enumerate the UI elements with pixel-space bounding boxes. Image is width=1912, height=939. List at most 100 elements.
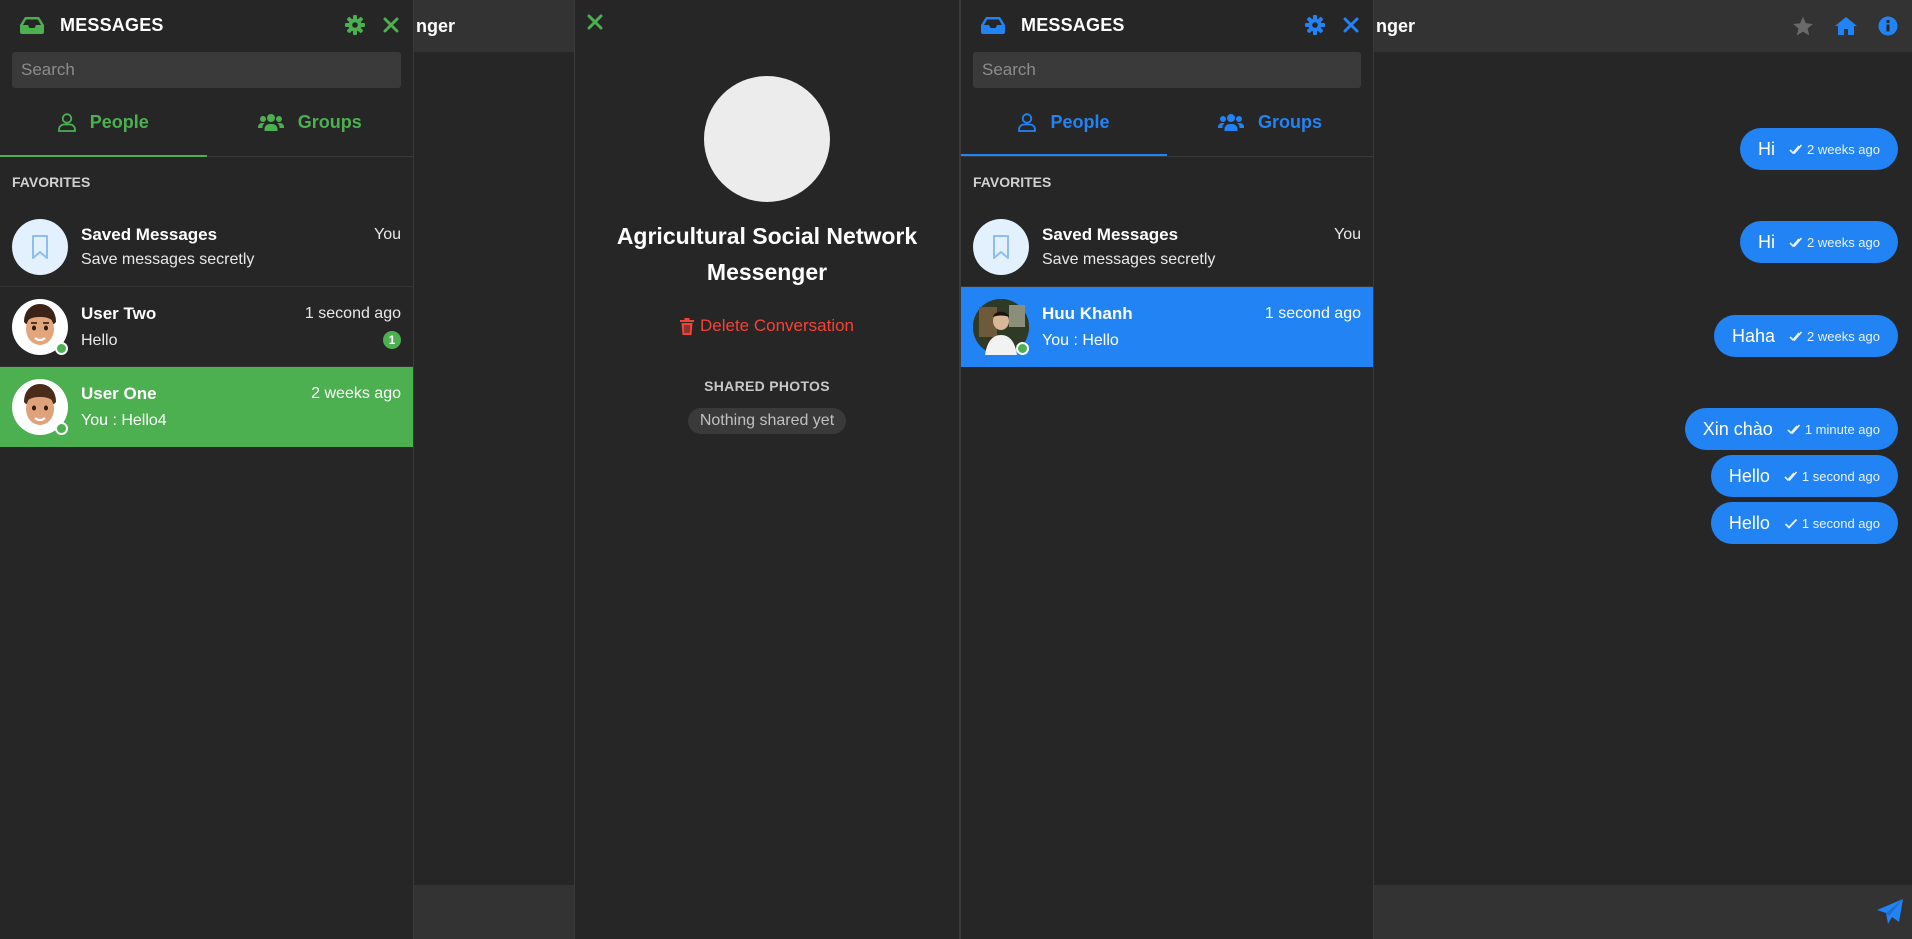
message-bubble[interactable]: Haha 2 weeks ago bbox=[1713, 315, 1898, 357]
message-bubble[interactable]: Hi 2 weeks ago bbox=[1740, 128, 1898, 170]
inbox-icon bbox=[20, 16, 44, 34]
message-text: Hi bbox=[1758, 138, 1775, 159]
contact-last-message: You : Hello4 bbox=[81, 412, 167, 429]
contact-name: Saved Messages bbox=[81, 224, 218, 244]
contact-tag: You bbox=[1334, 225, 1361, 243]
double-check-icon bbox=[1789, 236, 1803, 248]
left-chat-title: nger bbox=[416, 15, 456, 36]
settings-gear-icon[interactable] bbox=[1305, 15, 1325, 35]
contact-time: 1 second ago bbox=[1264, 305, 1361, 322]
double-check-icon bbox=[1787, 423, 1801, 435]
tab-groups[interactable]: Groups bbox=[207, 88, 414, 156]
contact-time: 1 second ago bbox=[304, 304, 401, 322]
online-status-dot bbox=[55, 422, 68, 435]
unread-badge: 1 bbox=[383, 330, 401, 349]
online-status-dot bbox=[1016, 342, 1029, 355]
person-icon bbox=[57, 112, 76, 132]
users-icon bbox=[257, 113, 284, 131]
check-icon bbox=[1784, 518, 1798, 529]
search-input[interactable] bbox=[973, 52, 1361, 88]
avatar bbox=[12, 298, 68, 355]
conversation-info-panel: Agricultural Social Network Messenger De… bbox=[574, 0, 960, 939]
contact-last-message: Hello bbox=[81, 331, 118, 349]
shared-empty-pill: Nothing shared yet bbox=[687, 408, 847, 434]
right-sidebar: MESSAGES People Groups FAVORITES bbox=[960, 0, 1374, 939]
shared-photos-label: SHARED PHOTOS bbox=[704, 378, 830, 394]
double-check-icon bbox=[1789, 143, 1803, 155]
close-icon[interactable] bbox=[1343, 17, 1359, 33]
contact-last-message: You : Hello bbox=[1042, 332, 1119, 349]
message-time: 1 second ago bbox=[1801, 515, 1880, 531]
delete-conversation-label: Delete Conversation bbox=[699, 316, 855, 335]
message-text: Xin chào bbox=[1702, 418, 1773, 439]
double-check-icon bbox=[1784, 470, 1798, 482]
contact-user-two[interactable]: User Two 1 second ago Hello 1 bbox=[0, 287, 413, 367]
message-time: 1 second ago bbox=[1801, 468, 1880, 484]
message-bubble[interactable]: Hi 2 weeks ago bbox=[1740, 221, 1898, 263]
inbox-icon bbox=[981, 16, 1005, 34]
message-text: Hello bbox=[1728, 465, 1770, 486]
settings-gear-icon[interactable] bbox=[345, 15, 365, 35]
tab-people-label: People bbox=[1050, 111, 1110, 132]
conversation-avatar bbox=[704, 76, 830, 202]
right-chat-header: nger bbox=[1374, 0, 1912, 52]
contact-time: 2 weeks ago bbox=[311, 385, 401, 402]
tab-people[interactable]: .tabs .tab.active::after{background:#4ca… bbox=[0, 88, 207, 157]
contact-tag: You bbox=[374, 225, 401, 243]
tab-groups[interactable]: Groups bbox=[1167, 88, 1373, 156]
left-tabs: .tabs .tab.active::after{background:#4ca… bbox=[0, 88, 413, 157]
tab-groups-label: Groups bbox=[1257, 111, 1322, 132]
contact-saved-messages[interactable]: Saved Messages You Save messages secretl… bbox=[0, 207, 413, 287]
send-icon[interactable] bbox=[1876, 898, 1904, 926]
delete-conversation-button[interactable]: Delete Conversation bbox=[575, 316, 959, 336]
online-status-dot bbox=[55, 341, 68, 355]
avatar bbox=[12, 379, 68, 435]
left-chat-area: nger bbox=[414, 0, 574, 939]
close-icon[interactable] bbox=[383, 17, 399, 33]
message-input-bar[interactable] bbox=[1374, 885, 1912, 939]
home-icon[interactable] bbox=[1834, 16, 1858, 36]
contact-huu-khanh[interactable]: Huu Khanh 1 second ago You : Hello bbox=[961, 287, 1373, 367]
tab-groups-label: Groups bbox=[297, 111, 362, 132]
conversation-title: Agricultural Social Network Messenger bbox=[616, 223, 918, 285]
star-icon[interactable] bbox=[1792, 16, 1814, 37]
person-icon bbox=[1018, 112, 1037, 132]
message-text: Haha bbox=[1731, 325, 1775, 346]
contact-user-one[interactable]: User One 2 weeks ago You : Hello4 bbox=[0, 367, 413, 447]
message-time: 2 weeks ago bbox=[1807, 234, 1880, 250]
message-time: 2 weeks ago bbox=[1807, 141, 1880, 157]
right-sidebar-header: MESSAGES bbox=[961, 0, 1373, 50]
message-bubble[interactable]: Hello 1 second ago bbox=[1710, 502, 1898, 544]
left-sidebar-header: MESSAGES bbox=[0, 0, 413, 50]
message-text: Hello bbox=[1728, 512, 1770, 533]
left-sidebar: MESSAGES .tabs .tab.active::after{backgr… bbox=[0, 0, 414, 939]
avatar bbox=[973, 299, 1029, 355]
trash-icon bbox=[679, 317, 694, 335]
info-icon[interactable] bbox=[1878, 16, 1898, 36]
bookmark-icon bbox=[992, 234, 1010, 260]
message-bubble[interactable]: Xin chào 1 minute ago bbox=[1684, 408, 1898, 450]
contact-saved-messages[interactable]: Saved Messages You Save messages secretl… bbox=[961, 207, 1373, 287]
right-chat-area: nger Hi 2 weeks ago Hi 2 weeks ago Haha … bbox=[1374, 0, 1912, 939]
left-chat-header: nger bbox=[414, 0, 574, 52]
favorites-label: FAVORITES bbox=[973, 174, 1052, 190]
right-tabs: People Groups bbox=[961, 88, 1373, 157]
right-sidebar-title: MESSAGES bbox=[1021, 14, 1125, 35]
tab-people[interactable]: People bbox=[961, 88, 1167, 156]
users-icon bbox=[1217, 113, 1244, 131]
contact-name: User One bbox=[81, 384, 157, 403]
contact-name: User Two bbox=[81, 303, 157, 323]
close-info-icon[interactable] bbox=[587, 14, 603, 30]
tab-people-label: People bbox=[89, 111, 149, 132]
message-text: Hi bbox=[1758, 231, 1775, 252]
contact-name: Huu Khanh bbox=[1042, 304, 1133, 323]
favorites-label: FAVORITES bbox=[12, 174, 91, 190]
avatar bbox=[12, 218, 68, 275]
left-chat-input-bar[interactable] bbox=[414, 885, 574, 939]
left-sidebar-title: MESSAGES bbox=[60, 14, 164, 35]
search-input[interactable] bbox=[12, 52, 401, 88]
avatar bbox=[973, 218, 1029, 275]
message-bubble[interactable]: Hello 1 second ago bbox=[1710, 455, 1898, 497]
contact-last-message: Save messages secretly bbox=[1042, 250, 1216, 268]
right-chat-title: nger bbox=[1376, 15, 1416, 36]
